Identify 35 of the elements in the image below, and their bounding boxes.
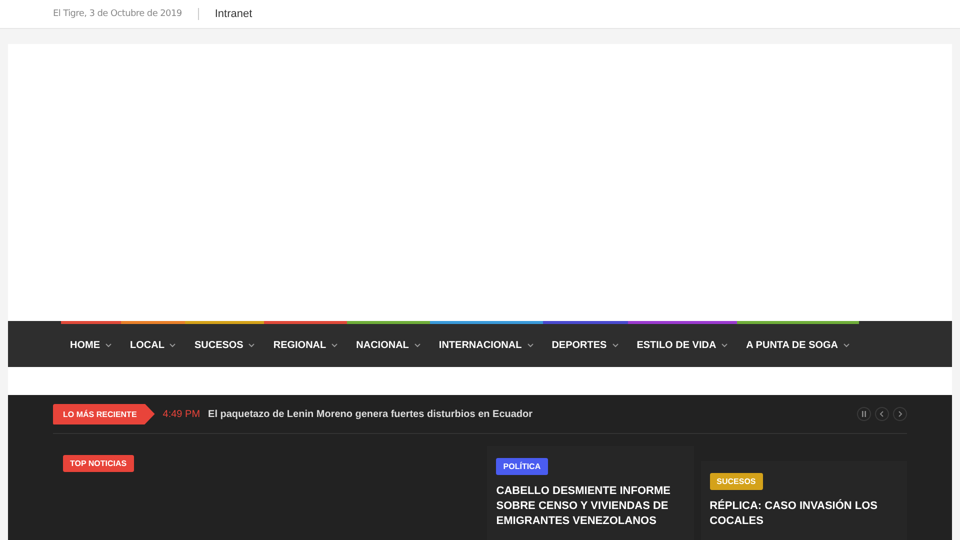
caret-icon <box>414 343 421 348</box>
top-news-badge: TOP NOTICIAS <box>63 455 134 472</box>
caret-icon <box>843 343 850 348</box>
intranet-link[interactable]: Intranet <box>214 8 252 20</box>
nav-item[interactable]: REGIONAL <box>264 324 348 367</box>
nav-item[interactable]: A PUNTA DE SOGA <box>737 324 860 367</box>
category-tag[interactable]: POLÍTICA <box>496 458 548 475</box>
chevron-right-icon <box>897 411 903 417</box>
pause-button[interactable] <box>857 407 871 421</box>
caret-icon <box>169 343 176 348</box>
caret-icon <box>612 343 619 348</box>
ticker-headline[interactable]: El paquetazo de Lenin Moreno genera fuertes disturbios en Ecuador <box>208 408 849 420</box>
nav-item[interactable]: NACIONAL <box>347 324 430 367</box>
caret-icon <box>248 343 256 348</box>
news-title[interactable]: RÉPLICA: CASO INVASIÓN LOS COCALES <box>710 499 898 529</box>
news-title[interactable]: CABELLO DESMIENTE INFORME SOBRE CENSO Y VIVIENDAS DE EMIGRANTES VENEZOLANOS <box>496 484 685 529</box>
pause-icon <box>861 411 867 417</box>
ticker-time: 4:49 PM <box>162 408 200 420</box>
ticker-label: LO MÁS RECIENTE <box>53 404 155 424</box>
chevron-left-icon <box>879 411 885 417</box>
nav-item[interactable]: DEPORTES <box>542 324 628 367</box>
nav-item[interactable]: ESTILO DE VIDA <box>628 324 738 367</box>
news-card[interactable]: POLÍTICA CABELLO DESMIENTE INFORME SOBRE CENSO Y VIVIENDAS DE EMIGRANTES VENEZOLANOS <box>487 446 694 540</box>
nav-item[interactable]: LOCAL <box>121 324 186 367</box>
next-button[interactable] <box>893 407 907 421</box>
caret-icon <box>721 343 728 348</box>
caret-icon <box>526 343 534 348</box>
date-text: El Tigre, 3 de Octubre de 2019 <box>53 9 182 19</box>
news-card[interactable]: SUCESOS RÉPLICA: CASO INVASIÓN LOS COCALES <box>700 461 907 540</box>
nav-item[interactable]: SUCESOS <box>185 324 264 367</box>
caret-icon <box>105 343 112 348</box>
nav-item[interactable]: HOME <box>61 324 121 367</box>
caret-icon <box>331 343 338 348</box>
nav-item[interactable]: INTERNACIONAL <box>430 324 543 367</box>
previous-button[interactable] <box>875 407 889 421</box>
